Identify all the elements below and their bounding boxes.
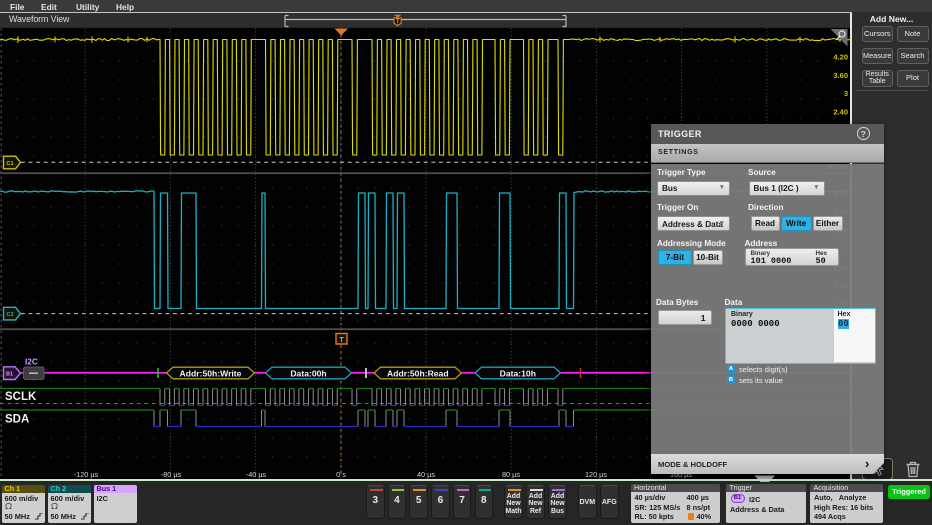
svg-text:3.60: 3.60 bbox=[833, 71, 848, 80]
svg-text:3: 3 bbox=[844, 89, 848, 98]
svg-text:Data:10h: Data:10h bbox=[500, 368, 536, 378]
svg-text:SDA: SDA bbox=[5, 414, 29, 426]
svg-text:I2C: I2C bbox=[25, 358, 38, 367]
svg-text:80 µs: 80 µs bbox=[502, 470, 520, 479]
svg-text:120 µs: 120 µs bbox=[585, 470, 607, 479]
svg-text:-120 µs: -120 µs bbox=[74, 470, 99, 479]
svg-text:T: T bbox=[339, 335, 344, 344]
svg-text:0 s: 0 s bbox=[336, 470, 346, 479]
svg-text:T: T bbox=[396, 19, 400, 25]
svg-text:C2: C2 bbox=[6, 312, 13, 318]
svg-text:2.40: 2.40 bbox=[833, 107, 848, 116]
svg-text:SCLK: SCLK bbox=[5, 391, 37, 403]
svg-text:-80 µs: -80 µs bbox=[161, 470, 182, 479]
svg-text:Data:00h: Data:00h bbox=[290, 368, 326, 378]
svg-text:B1: B1 bbox=[6, 371, 13, 377]
svg-text:Addr:50h:Write: Addr:50h:Write bbox=[180, 368, 242, 378]
svg-text:C1: C1 bbox=[6, 161, 13, 167]
svg-text:4.20: 4.20 bbox=[833, 53, 848, 62]
svg-text:-40 µs: -40 µs bbox=[246, 470, 267, 479]
svg-text:Addr:50h:Read: Addr:50h:Read bbox=[387, 368, 449, 378]
svg-text:40 µs: 40 µs bbox=[417, 470, 435, 479]
